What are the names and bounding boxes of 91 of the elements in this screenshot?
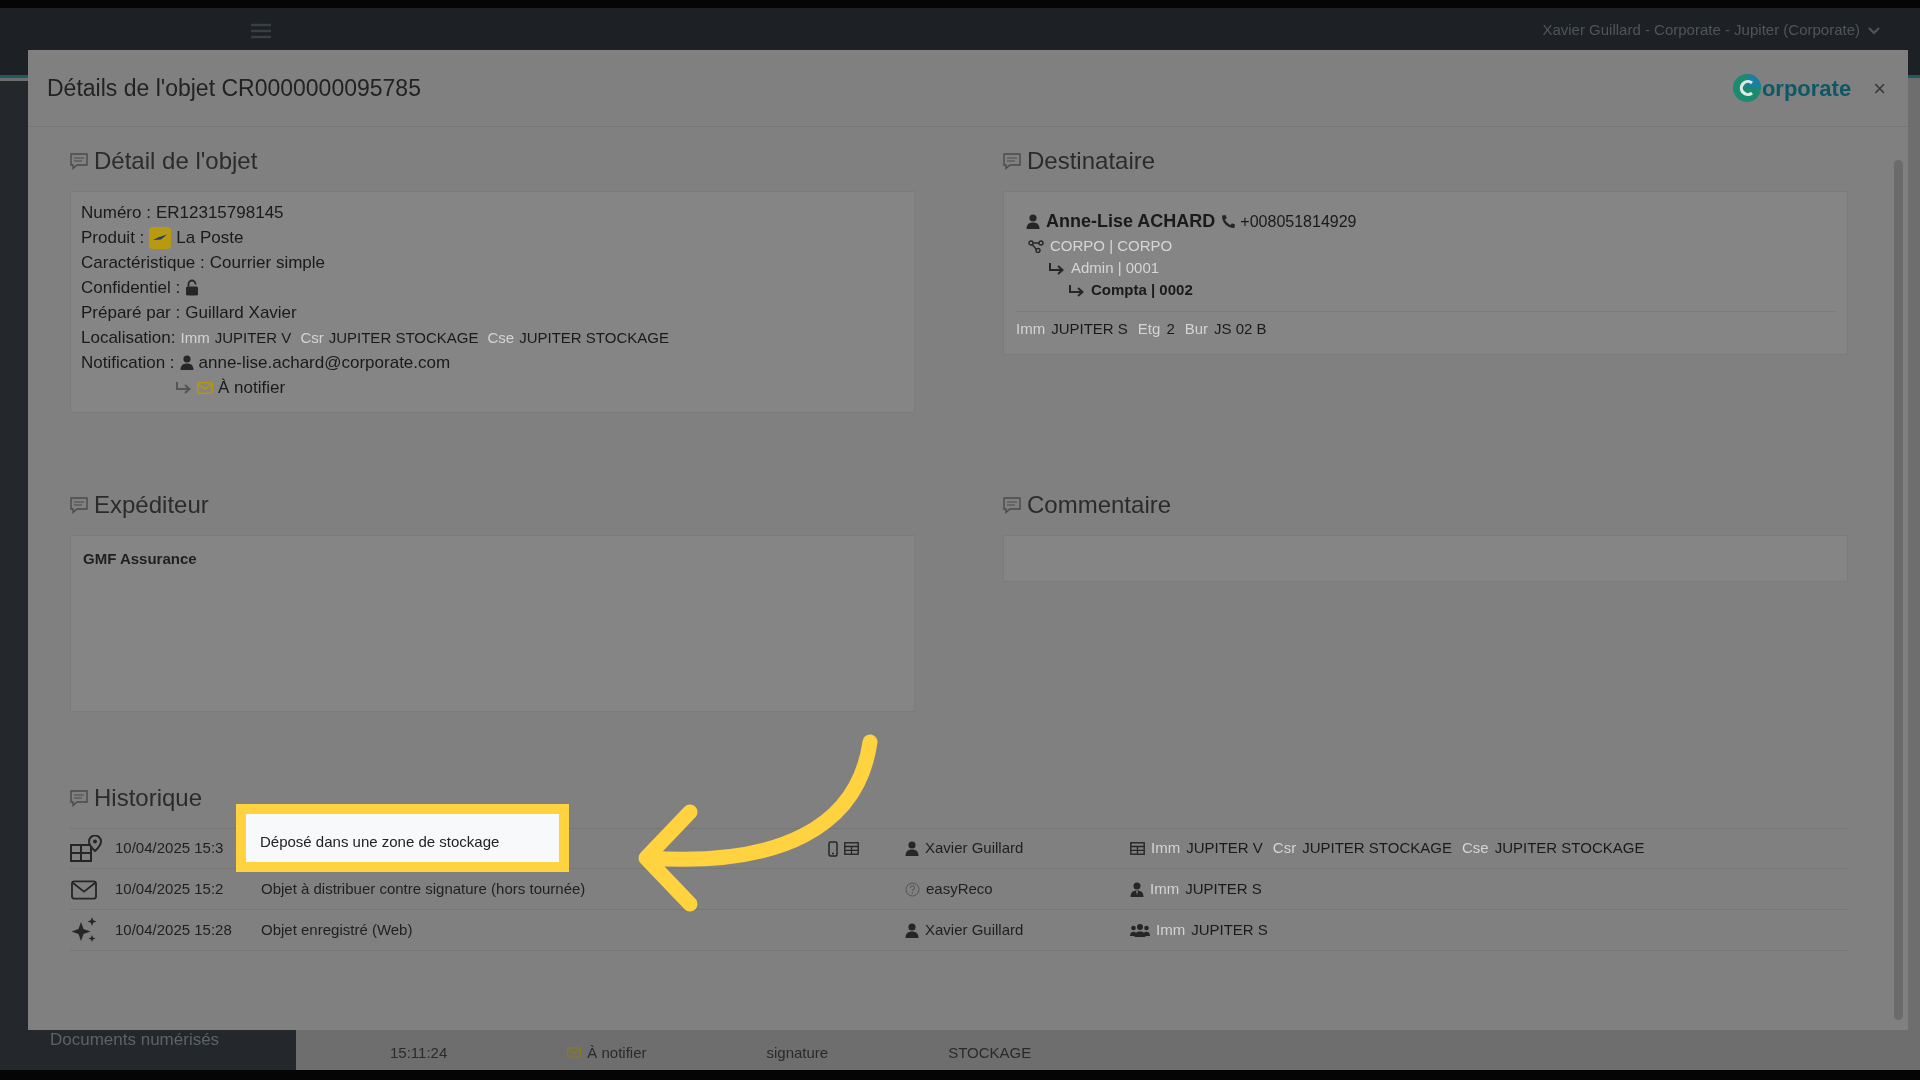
location-label: Cse [487, 328, 515, 348]
history-description: Objet enregistré (Web) [261, 920, 413, 938]
question-icon [905, 881, 920, 897]
field-value: La Poste [176, 227, 244, 249]
org-unit: CORPO | CORPO [1050, 236, 1173, 256]
menu-icon [250, 22, 272, 39]
logo-text: orporate [1761, 74, 1852, 103]
notification-status: À notifier [218, 377, 286, 399]
comment-icon [1003, 152, 1021, 170]
sidebar-item[interactable]: Documents numérisés [50, 1026, 220, 1052]
location-label: Imm [1016, 319, 1046, 339]
history-date: 10/04/2025 15:28 [115, 920, 232, 938]
location-label: Cse [1461, 838, 1489, 859]
comment-icon [70, 152, 88, 170]
table-cell-text: STOCKAGE [948, 1042, 1032, 1063]
close-button[interactable]: × [1873, 77, 1886, 100]
logo-icon [1731, 73, 1762, 103]
history-date: 10/04/2025 15:2 [115, 879, 224, 897]
recipient-name: Anne-Lise ACHARD [1046, 210, 1216, 233]
table-icon [844, 842, 859, 855]
location-label: Imm [1151, 838, 1181, 859]
storage-grid-icon [1130, 842, 1145, 855]
location-label: Etg [1137, 319, 1161, 339]
location-value: JUPITER S [1191, 919, 1268, 940]
return-arrow-icon [1068, 283, 1085, 297]
location-value: JUPITER V [1186, 838, 1263, 859]
location-value: 2 [1166, 319, 1175, 339]
history-user: easyReco [926, 878, 993, 899]
history-date: 10/04/2025 15:3 [115, 839, 224, 857]
mail-icon [567, 1047, 582, 1059]
field-label: Numéro : [81, 202, 151, 224]
table-cell-text: 15:11:24 [390, 1042, 448, 1063]
section-heading: Destinataire [1027, 146, 1156, 176]
user-icon [1026, 214, 1040, 229]
table-cell-text: À notifier [587, 1042, 647, 1063]
user-icon [179, 355, 194, 370]
field-value: ER12315798145 [155, 202, 284, 224]
field-label: Confidentiel : [81, 277, 181, 299]
location-label: Bur [1184, 319, 1209, 339]
history-user: Xavier Guillard [925, 838, 1024, 859]
location-value: JUPITER STOCKAGE [328, 328, 479, 348]
field-label: Caractéristique : [81, 252, 205, 274]
location-label: Csr [300, 328, 324, 348]
location-label: Imm [1150, 878, 1180, 899]
location-label: Csr [1272, 838, 1297, 859]
envelope-icon [70, 879, 98, 900]
field-label: Localisation: [81, 327, 176, 349]
location-value: JUPITER STOCKAGE [1302, 838, 1452, 859]
field-value: Guillard Xavier [185, 302, 297, 324]
location-value: JUPITER S [1185, 878, 1262, 899]
comment-icon [70, 496, 88, 514]
hierarchy-icon [1028, 239, 1044, 253]
location-value: JS 02 B [1214, 319, 1267, 339]
section-heading: Commentaire [1027, 490, 1172, 520]
phone-number: +008051814929 [1240, 211, 1357, 232]
location-value: JUPITER S [1051, 319, 1128, 339]
people-icon [1130, 923, 1150, 937]
table-cell-text: signature [766, 1042, 829, 1063]
field-label: Notification : [81, 352, 175, 374]
user-icon [905, 841, 919, 856]
sparkle-icon [70, 916, 98, 944]
field-value: Courrier simple [209, 252, 326, 274]
email-address: anne-lise.achard@corporate.com [198, 352, 451, 374]
history-user: Xavier Guillard [925, 919, 1024, 940]
location-label: Imm [180, 328, 210, 348]
chevron-down-icon [1868, 26, 1880, 35]
org-unit: Admin | 0001 [1071, 258, 1160, 278]
postal-logo-icon [149, 226, 172, 249]
user-icon [905, 922, 919, 938]
location-label: Imm [1156, 919, 1186, 940]
sender-name: GMF Assurance [83, 550, 197, 567]
mail-icon [197, 381, 213, 394]
comment-icon [70, 789, 88, 807]
grid-pin-icon [70, 834, 102, 863]
comment-icon [1003, 496, 1021, 514]
section-heading: Historique [94, 783, 203, 813]
field-label: Préparé par : [81, 302, 181, 324]
location-value: JUPITER STOCKAGE [1494, 838, 1645, 859]
person-icon [1130, 881, 1144, 897]
modal-title: Détails de l'objet CR0000000095785 [47, 73, 421, 103]
section-heading: Détail de l'objet [94, 146, 258, 176]
return-arrow-icon [1048, 261, 1065, 275]
field-label: Produit : [81, 227, 145, 249]
history-description: Déposé dans une zone de stockage [260, 832, 500, 850]
phone-icon [1221, 214, 1237, 229]
location-value: JUPITER V [214, 328, 292, 348]
org-unit: Compta | 0002 [1091, 280, 1193, 300]
location-value: JUPITER STOCKAGE [519, 328, 669, 348]
history-description: Objet à distribuer contre signature (hors tournée) [261, 879, 586, 897]
return-arrow-icon [175, 381, 192, 394]
section-heading: Expéditeur [94, 490, 209, 520]
